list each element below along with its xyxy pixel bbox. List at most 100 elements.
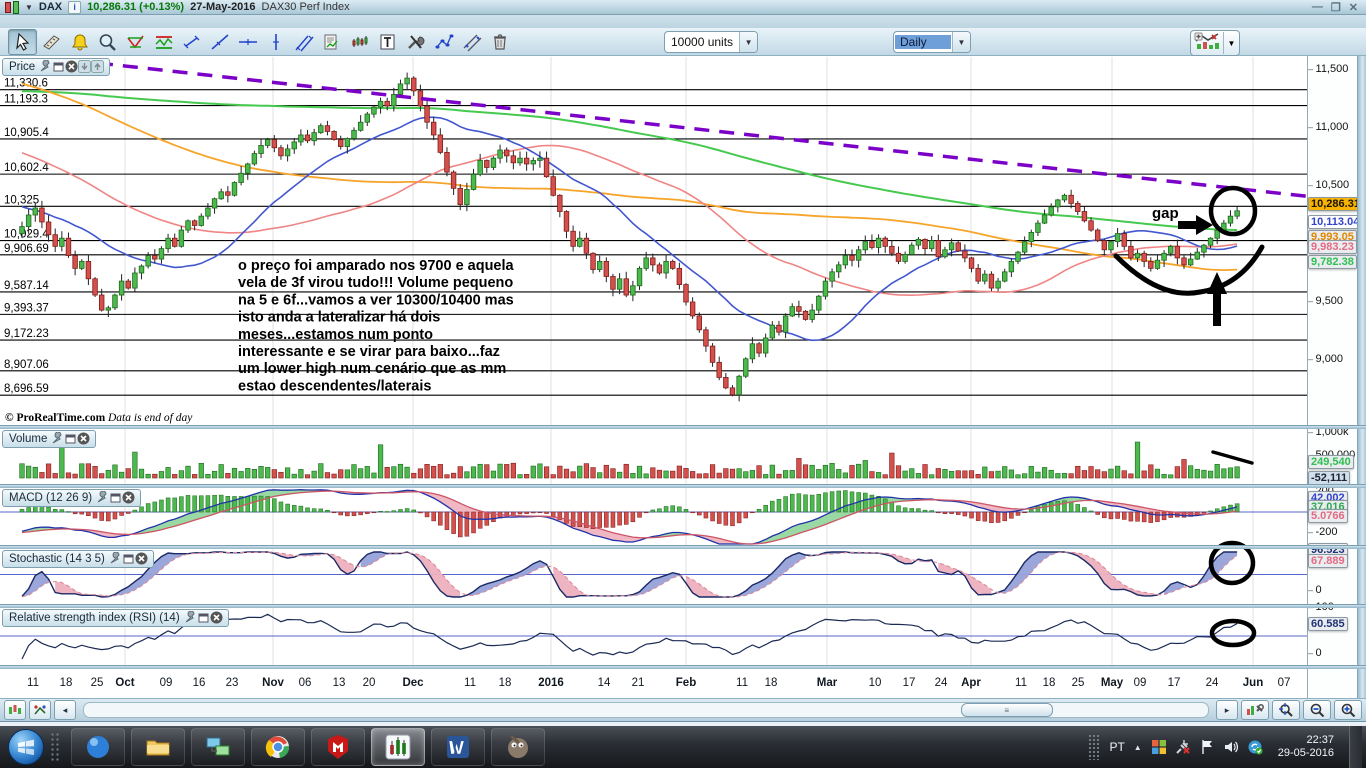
stochastic-panel-header[interactable]: Stochastic (14 3 5) — [2, 550, 154, 568]
panel-separator[interactable] — [0, 604, 1366, 608]
support-resistance-tool[interactable] — [150, 30, 177, 54]
zoom-out-icon[interactable] — [1303, 700, 1331, 720]
chevron-down-icon[interactable]: ▼ — [952, 32, 970, 52]
detach-window-icon[interactable] — [197, 611, 210, 624]
taskbar-app-prorealtime[interactable] — [371, 728, 425, 766]
price-panel-header[interactable]: Price — [2, 58, 110, 76]
chevron-down-icon[interactable]: ▼ — [1223, 32, 1239, 54]
add-indicator-button[interactable]: ▼ — [1190, 30, 1240, 56]
move-panel-down-icon[interactable] — [78, 60, 91, 73]
wrench-icon[interactable] — [51, 432, 64, 445]
detach-window-icon[interactable] — [122, 552, 135, 565]
macd-panel-header[interactable]: MACD (12 26 9) — [2, 489, 141, 507]
windows-logo-icon[interactable] — [1151, 739, 1167, 755]
language-indicator[interactable]: PT — [1109, 740, 1124, 754]
vertical-line-tool[interactable] — [262, 30, 289, 54]
time-axis-label: 11 — [1015, 677, 1027, 689]
taskbar-app-mcafee[interactable] — [311, 728, 365, 766]
taskbar-app-windows-explorer[interactable] — [131, 728, 185, 766]
scroll-right-button[interactable]: ▸ — [1216, 700, 1238, 720]
units-dropdown[interactable]: 10000 units ▼ — [664, 31, 758, 53]
symbol-label[interactable]: DAX — [39, 1, 62, 13]
price-axis[interactable]: 11,50011,00010,5009,5009,00010,286.3110,… — [1307, 56, 1358, 698]
zoom-fit-icon[interactable] — [1272, 700, 1300, 720]
taskbar-app-image-editor[interactable] — [491, 728, 545, 766]
segment-tool[interactable] — [178, 30, 205, 54]
show-desktop-button[interactable] — [1349, 726, 1362, 768]
trend-line-tool[interactable] — [206, 30, 233, 54]
chart-style-icon[interactable] — [4, 700, 26, 720]
svg-text:9,906.69: 9,906.69 — [4, 243, 49, 255]
zoom-in-icon[interactable] — [1334, 700, 1362, 720]
chart-area[interactable]: 11,330.611,193.310,905.410,602.410,32510… — [0, 56, 1307, 698]
candle-pattern-tool[interactable] — [346, 30, 373, 54]
svg-text:vela de 3f virou tudo!!! Volum: vela de 3f virou tudo!!! Volume pequeno — [238, 275, 513, 291]
time-axis-label: Dec — [402, 677, 423, 689]
detach-window-icon[interactable] — [64, 432, 77, 445]
chart-bottom-toolbar: ◂ ≡ ▸ — [0, 698, 1366, 722]
language-bar-grip[interactable] — [1088, 734, 1100, 760]
horizontal-line-tool[interactable] — [234, 30, 261, 54]
close-panel-icon[interactable] — [122, 491, 135, 504]
time-scrollbar[interactable]: ≡ — [83, 702, 1209, 718]
taskbar-app-network-share-app[interactable] — [191, 728, 245, 766]
speaker-icon[interactable] — [1223, 739, 1239, 755]
wrench-icon[interactable] — [184, 611, 197, 624]
chart-settings-icon[interactable] — [1241, 700, 1269, 720]
close-panel-icon[interactable] — [210, 611, 223, 624]
time-axis-label: 25 — [91, 677, 104, 689]
detach-window-icon[interactable] — [52, 60, 65, 73]
panel-separator[interactable] — [0, 484, 1366, 488]
tray-expand-icon[interactable]: ▲ — [1134, 743, 1142, 752]
linked-points-tool[interactable] — [430, 30, 457, 54]
alarm-bell-tool[interactable] — [66, 30, 93, 54]
close-button[interactable]: ✕ — [1349, 1, 1358, 14]
text-tool-tool[interactable] — [374, 30, 401, 54]
panel-separator[interactable] — [0, 665, 1366, 669]
svg-text:10,325: 10,325 — [4, 194, 39, 206]
taskbar-app-chrome[interactable] — [251, 728, 305, 766]
scale-mode-icon[interactable] — [29, 700, 51, 720]
rsi-panel-header[interactable]: Relative strength index (RSI) (14) — [2, 609, 229, 627]
close-panel-icon[interactable] — [77, 432, 90, 445]
scrollbar-handle[interactable]: ≡ — [961, 703, 1053, 717]
parallel-lines-tool[interactable] — [458, 30, 485, 54]
timeframe-dropdown[interactable]: Daily ▼ — [893, 31, 971, 53]
close-panel-icon[interactable] — [135, 552, 148, 565]
last-price-badge: 10,286.31 — [1308, 197, 1363, 211]
time-axis-label: 07 — [1278, 677, 1291, 689]
restore-button[interactable]: ❐ — [1331, 1, 1341, 14]
flag-icon[interactable] — [1199, 739, 1215, 755]
svg-text:8,907.06: 8,907.06 — [4, 359, 49, 371]
taskbar-app-word[interactable] — [431, 728, 485, 766]
start-button[interactable] — [8, 729, 44, 765]
symbol-dropdown-caret[interactable]: ▼ — [25, 3, 33, 12]
cursor-tool[interactable] — [8, 29, 37, 55]
volume-panel-header[interactable]: Volume — [2, 430, 96, 448]
detach-window-icon[interactable] — [109, 491, 122, 504]
analysis-chart-tool[interactable] — [318, 30, 345, 54]
close-panel-icon[interactable] — [65, 60, 78, 73]
wrench-icon[interactable] — [96, 491, 109, 504]
minimize-button[interactable]: — — [1312, 1, 1323, 14]
taskbar-app-blue-sphere-app[interactable] — [71, 728, 125, 766]
plug-disconnected-icon[interactable] — [1175, 739, 1191, 755]
drawing-tools-tool[interactable] — [402, 30, 429, 54]
update-shield-icon[interactable] — [1247, 739, 1263, 755]
trash-tool[interactable] — [486, 30, 513, 54]
info-icon[interactable]: i — [68, 1, 81, 14]
scroll-left-button[interactable]: ◂ — [54, 700, 76, 720]
zoom-magnifier-tool[interactable] — [94, 30, 121, 54]
move-panel-up-icon[interactable] — [91, 60, 104, 73]
panel-separator[interactable] — [0, 545, 1366, 549]
add-indicator-icon — [1191, 32, 1223, 55]
ruler-tool[interactable] — [38, 30, 65, 54]
panel-separator[interactable] — [0, 425, 1366, 429]
wrench-icon[interactable] — [39, 60, 52, 73]
chevron-down-icon[interactable]: ▼ — [739, 32, 757, 52]
pattern-detection-tool[interactable] — [122, 30, 149, 54]
time-axis-label: 18 — [1043, 677, 1056, 689]
wrench-icon[interactable] — [109, 552, 122, 565]
taskbar-clock[interactable]: 22:3729-05-2016 — [1272, 734, 1340, 760]
channel-tool[interactable] — [290, 30, 317, 54]
